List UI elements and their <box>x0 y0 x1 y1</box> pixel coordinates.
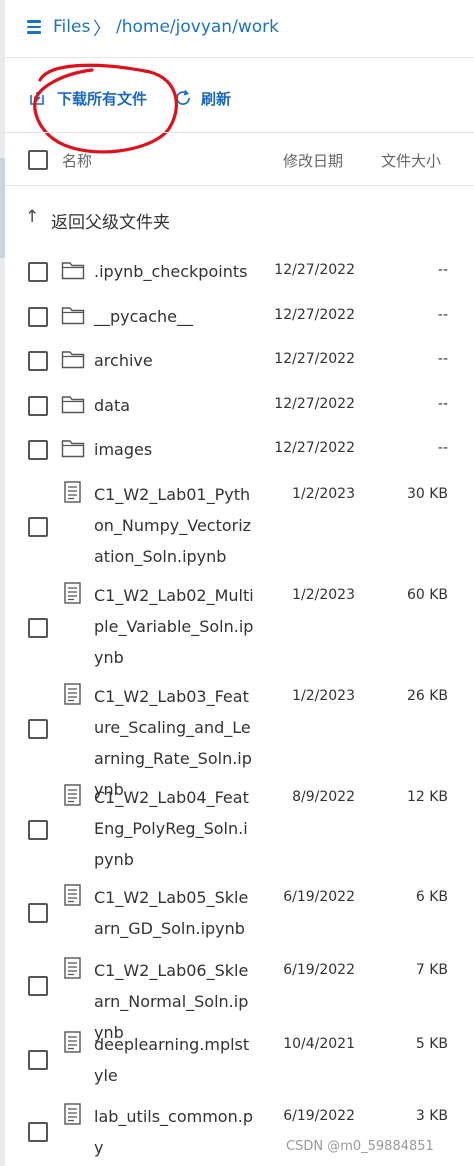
breadcrumb-chevron-icon: 〉 <box>93 19 111 40</box>
row-checkbox[interactable] <box>28 618 48 638</box>
column-size[interactable]: 文件大小 <box>381 150 441 171</box>
row-checkbox[interactable] <box>28 262 48 282</box>
file-size: 26 KB <box>406 688 448 704</box>
folder-icon <box>61 262 85 280</box>
file-row[interactable]: C1_W2_Lab02_Multiple_Variable_Soln.ipynb… <box>5 579 474 675</box>
row-checkbox[interactable] <box>28 1050 48 1070</box>
file-row[interactable]: deeplearning.mplstyle 10/4/2021 5 KB <box>5 1028 474 1090</box>
breadcrumb-files[interactable]: Files <box>53 17 90 37</box>
file-name[interactable]: lab_utils_common.py <box>94 1101 254 1163</box>
file-name[interactable]: C1_W2_Lab04_FeatEng_PolyReg_Soln.ipynb <box>94 782 254 875</box>
file-size: 7 KB <box>415 962 448 978</box>
row-checkbox[interactable] <box>28 976 48 996</box>
file-name[interactable]: C1_W2_Lab01_Python_Numpy_Vectorization_S… <box>94 479 254 572</box>
toolbar: 下载所有文件 刷新 <box>5 59 474 131</box>
breadcrumb-path[interactable]: /home/jovyan/work <box>116 17 279 37</box>
breadcrumb-bar: Files 〉 /home/jovyan/work <box>5 0 474 58</box>
folder-row[interactable]: __pycache__ 12/27/2022 -- <box>5 295 474 339</box>
file-size: -- <box>437 351 448 367</box>
file-icon <box>64 481 81 503</box>
file-size: 3 KB <box>415 1108 448 1124</box>
file-name[interactable]: archive <box>94 345 254 376</box>
file-row[interactable]: C1_W2_Lab06_Sklearn_Normal_Soln.ipynb 6/1… <box>5 954 474 1042</box>
file-icon <box>64 1031 81 1053</box>
column-name[interactable]: 名称 <box>62 150 92 171</box>
refresh-button[interactable]: 刷新 <box>201 88 231 109</box>
file-modified-date: 12/27/2022 <box>274 351 355 367</box>
file-size: 5 KB <box>415 1036 448 1052</box>
file-size: -- <box>437 307 448 323</box>
file-name[interactable]: C1_W2_Lab05_Sklearn_GD_Soln.ipynb <box>94 882 254 944</box>
file-name[interactable]: .ipynb_checkpoints <box>94 256 254 287</box>
row-checkbox[interactable] <box>28 440 48 460</box>
file-size: -- <box>437 262 448 278</box>
menu-icon[interactable] <box>27 20 41 34</box>
row-checkbox[interactable] <box>28 1122 48 1142</box>
file-size: 60 KB <box>406 587 448 603</box>
file-modified-date: 1/2/2023 <box>292 486 355 502</box>
file-icon <box>64 683 81 705</box>
row-checkbox[interactable] <box>28 903 48 923</box>
refresh-icon[interactable] <box>173 88 193 108</box>
file-size: -- <box>437 440 448 456</box>
file-icon <box>64 884 81 906</box>
row-checkbox[interactable] <box>28 517 48 537</box>
parent-folder-label[interactable]: 返回父级文件夹 <box>51 208 170 233</box>
file-size: 6 KB <box>415 889 448 905</box>
file-modified-date: 6/19/2022 <box>283 889 355 905</box>
file-browser-page: Files 〉 /home/jovyan/work 下载所有文件 刷新 名称 修… <box>0 0 474 1166</box>
file-modified-date: 12/27/2022 <box>274 396 355 412</box>
file-name[interactable]: deeplearning.mplstyle <box>94 1029 254 1091</box>
file-icon <box>64 784 81 806</box>
folder-row[interactable]: images 12/27/2022 -- <box>5 428 474 472</box>
file-size: -- <box>437 396 448 412</box>
folder-icon <box>61 440 85 458</box>
download-icon[interactable] <box>29 90 45 106</box>
row-checkbox[interactable] <box>28 307 48 327</box>
folder-icon <box>61 307 85 325</box>
file-modified-date: 10/4/2021 <box>283 1036 355 1052</box>
parent-folder-link[interactable]: ↑ 返回父级文件夹 <box>5 198 474 242</box>
column-header-row: 名称 修改日期 文件大小 <box>5 132 474 186</box>
file-name[interactable]: C1_W2_Lab02_Multiple_Variable_Soln.ipynb <box>94 580 254 673</box>
file-icon <box>64 1103 81 1125</box>
file-modified-date: 1/2/2023 <box>292 587 355 603</box>
folder-icon <box>61 351 85 369</box>
file-size: 12 KB <box>406 789 448 805</box>
watermark: CSDN @m0_59884851 <box>286 1139 434 1154</box>
file-modified-date: 8/9/2022 <box>292 789 355 805</box>
folder-icon <box>61 396 85 414</box>
file-modified-date: 12/27/2022 <box>274 440 355 456</box>
file-modified-date: 12/27/2022 <box>274 262 355 278</box>
file-modified-date: 1/2/2023 <box>292 688 355 704</box>
file-row[interactable]: C1_W2_Lab01_Python_Numpy_Vectorization_S… <box>5 478 474 574</box>
row-checkbox[interactable] <box>28 719 48 739</box>
folder-row[interactable]: .ipynb_checkpoints 12/27/2022 -- <box>5 250 474 294</box>
column-modified[interactable]: 修改日期 <box>283 150 343 171</box>
folder-row[interactable]: data 12/27/2022 -- <box>5 384 474 428</box>
row-checkbox[interactable] <box>28 351 48 371</box>
file-modified-date: 6/19/2022 <box>283 962 355 978</box>
file-name[interactable]: images <box>94 434 254 465</box>
file-icon <box>64 957 81 979</box>
file-icon <box>64 582 81 604</box>
file-modified-date: 6/19/2022 <box>283 1108 355 1124</box>
file-modified-date: 12/27/2022 <box>274 307 355 323</box>
select-all-checkbox[interactable] <box>28 150 48 170</box>
file-row[interactable]: C1_W2_Lab05_Sklearn_GD_Soln.ipynb 6/19/20… <box>5 881 474 943</box>
folder-row[interactable]: archive 12/27/2022 -- <box>5 339 474 383</box>
file-name[interactable]: data <box>94 390 254 421</box>
row-checkbox[interactable] <box>28 820 48 840</box>
row-checkbox[interactable] <box>28 396 48 416</box>
file-row[interactable]: C1_W2_Lab03_Feature_Scaling_and_Learning… <box>5 680 474 799</box>
up-arrow-icon: ↑ <box>25 207 40 227</box>
file-name[interactable]: __pycache__ <box>94 301 254 332</box>
file-row[interactable]: C1_W2_Lab04_FeatEng_PolyReg_Soln.ipynb 8/… <box>5 781 474 877</box>
file-size: 30 KB <box>406 486 448 502</box>
download-all-button[interactable]: 下载所有文件 <box>57 88 147 109</box>
